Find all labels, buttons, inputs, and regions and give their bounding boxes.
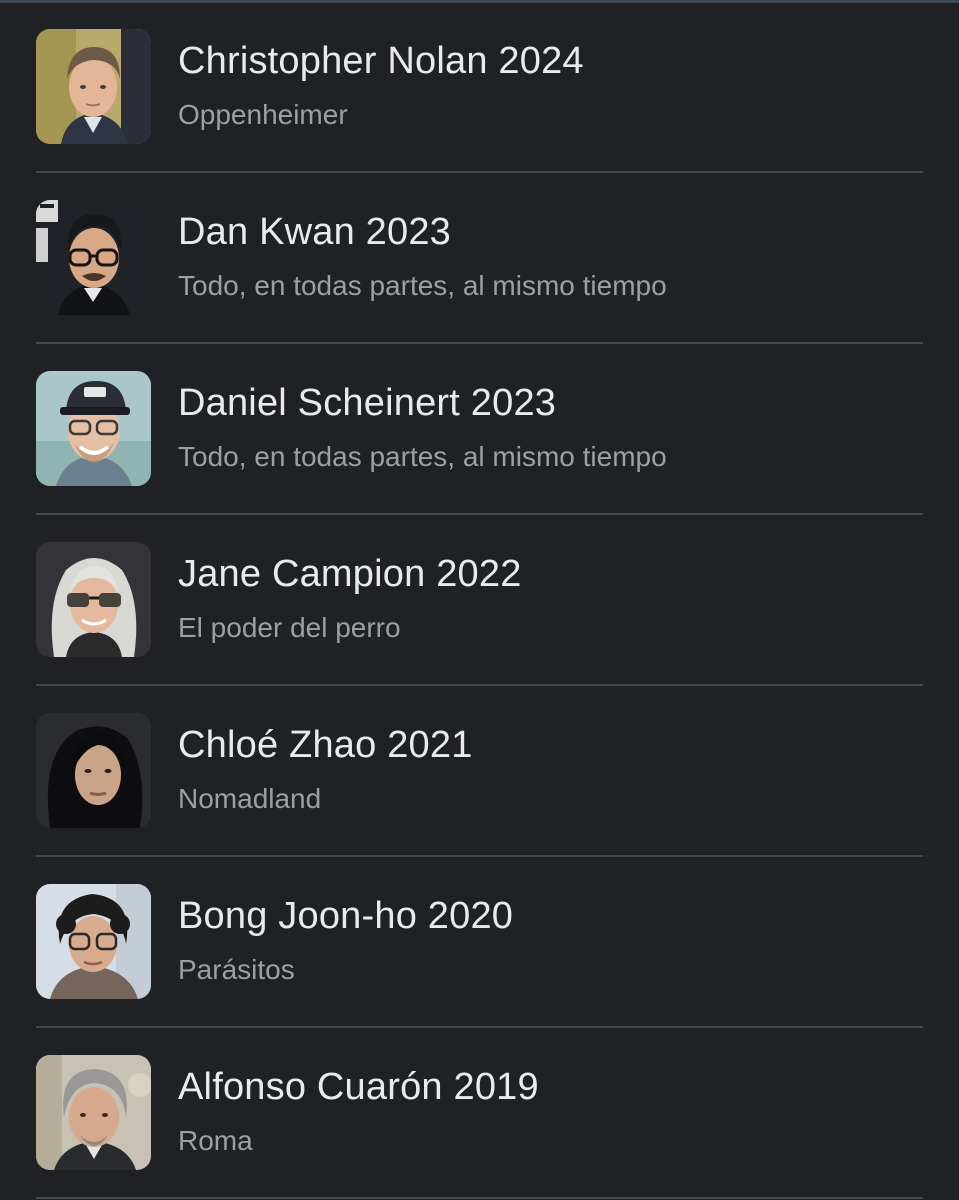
avatar [36, 371, 151, 486]
film-title: El poder del perro [178, 612, 401, 643]
film-title: Oppenheimer [178, 99, 348, 130]
director-name-year: Daniel Scheinert 2023 [178, 382, 557, 424]
avatar [36, 884, 151, 999]
film-title: Parásitos [178, 954, 295, 985]
avatar [36, 713, 151, 828]
avatar [36, 200, 151, 315]
film-title: Todo, en todas partes, al mismo tiempo [178, 441, 667, 472]
list-item-alfonso-cuaron[interactable]: Alfonso Cuarón 2019 Roma [0, 1026, 959, 1199]
divider [36, 1197, 923, 1199]
list-item-daniel-scheinert[interactable]: Daniel Scheinert 2023 Todo, en todas par… [0, 342, 959, 515]
director-name-year: Alfonso Cuarón 2019 [178, 1066, 539, 1108]
director-name-year: Bong Joon-ho 2020 [178, 895, 514, 937]
list-item-bong-joon-ho[interactable]: Bong Joon-ho 2020 Parásitos [0, 855, 959, 1028]
film-title: Todo, en todas partes, al mismo tiempo [178, 270, 667, 301]
avatar [36, 542, 151, 657]
avatar [36, 29, 151, 144]
avatar [36, 1055, 151, 1170]
list-item-jane-campion[interactable]: Jane Campion 2022 El poder del perro [0, 513, 959, 686]
director-name-year: Chloé Zhao 2021 [178, 724, 473, 766]
list-item-dan-kwan[interactable]: Dan Kwan 2023 Todo, en todas partes, al … [0, 171, 959, 344]
film-title: Nomadland [178, 783, 322, 814]
list-item-christopher-nolan[interactable]: Christopher Nolan 2024 Oppenheimer [0, 0, 959, 173]
film-title: Roma [178, 1125, 253, 1156]
list-item-chloe-zhao[interactable]: Chloé Zhao 2021 Nomadland [0, 684, 959, 857]
director-name-year: Christopher Nolan 2024 [178, 40, 584, 82]
director-name-year: Jane Campion 2022 [178, 553, 522, 595]
director-name-year: Dan Kwan 2023 [178, 211, 452, 253]
